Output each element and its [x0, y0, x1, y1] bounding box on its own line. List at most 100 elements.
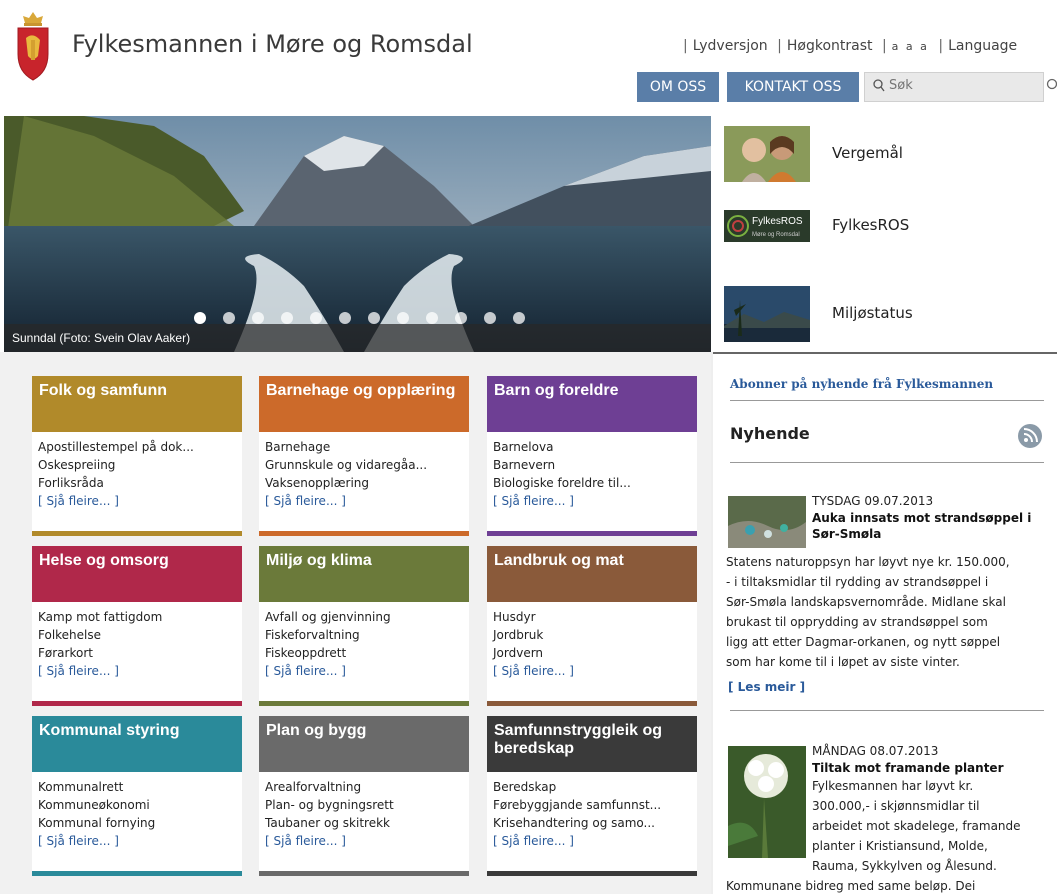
tile-link[interactable]: Fiskeforvaltning: [265, 626, 391, 644]
tile-links: Beredskap Førebyggjande samfunnst... Krise…: [493, 778, 661, 850]
tile-links: Avfall og gjenvinning Fiskeforvaltning Fis…: [265, 608, 391, 680]
see-more-link[interactable]: [ Sjå fleire... ]: [493, 832, 661, 850]
tile-link[interactable]: Barnevern: [493, 456, 631, 474]
column-divider: [711, 352, 713, 894]
tile-title[interactable]: Folk og samfunn: [32, 376, 242, 432]
search-input[interactable]: [887, 77, 1031, 94]
rss-icon[interactable]: [1018, 424, 1042, 448]
tile-link[interactable]: Taubaner og skitrekk: [265, 814, 394, 832]
article-headline[interactable]: Auka innsats mot strandsøppel i Sør-Smøl…: [812, 510, 1052, 542]
coat-of-arms-icon[interactable]: [14, 10, 52, 82]
high-contrast-link[interactable]: Høgkontrast: [787, 38, 873, 54]
tile-link[interactable]: Arealforvaltning: [265, 778, 394, 796]
see-more-link[interactable]: [ Sjå fleire... ]: [493, 662, 574, 680]
tile-link[interactable]: Barnehage: [265, 438, 427, 456]
tile-link[interactable]: Barnelova: [493, 438, 631, 456]
read-more-link[interactable]: [ Les meir ]: [728, 680, 805, 694]
tile-title[interactable]: Plan og bygg: [259, 716, 469, 772]
tile-title[interactable]: Barn og foreldre: [487, 376, 697, 432]
tile-link[interactable]: Plan- og bygningsrett: [265, 796, 394, 814]
tile-link[interactable]: Apostillestempel på dok...: [38, 438, 194, 456]
tile-footer-stripe: [487, 701, 697, 706]
search-icon: [873, 79, 885, 97]
tile-link[interactable]: Biologiske foreldre til...: [493, 474, 631, 492]
slide-dot[interactable]: [484, 312, 496, 324]
tile-link[interactable]: Kommunal fornying: [38, 814, 155, 832]
divider: [730, 400, 1044, 401]
tile-title[interactable]: Helse og omsorg: [32, 546, 242, 602]
tile-link[interactable]: Krisehandtering og samo...: [493, 814, 661, 832]
tile-links: Arealforvaltning Plan- og bygningsrett Tau…: [265, 778, 394, 850]
tile-title[interactable]: Kommunal styring: [32, 716, 242, 772]
subscribe-news-link[interactable]: Abonner på nyhende frå Fylkesmannen: [730, 377, 993, 391]
tile-link[interactable]: Jordbruk: [493, 626, 574, 644]
fylkesros-badge: FylkesROS Møre og Romsdal: [724, 210, 810, 242]
site-title[interactable]: Fylkesmannen i Møre og Romsdal: [72, 30, 473, 58]
text-size-links[interactable]: a a a: [892, 40, 929, 53]
nav-contact-us[interactable]: KONTAKT OSS: [727, 72, 859, 102]
tile-links: Kommunalrett Kommuneøkonomi Kommunal forny…: [38, 778, 155, 850]
tile-link[interactable]: Folkehelse: [38, 626, 162, 644]
search-submit-icon[interactable]: [1046, 78, 1057, 96]
tile-link[interactable]: Forliksråda: [38, 474, 194, 492]
nav-about-us[interactable]: OM OSS: [637, 72, 719, 102]
mountain-lake-photo: [724, 286, 810, 342]
tile-link[interactable]: Beredskap: [493, 778, 661, 796]
see-more-link[interactable]: [ Sjå fleire... ]: [38, 832, 155, 850]
slide-dot[interactable]: [426, 312, 438, 324]
tile-link[interactable]: Grunnskule og vidaregåa...: [265, 456, 427, 474]
audio-version-link[interactable]: Lydversjon: [693, 38, 768, 54]
tile-title[interactable]: Barnehage og opplæring: [259, 376, 469, 432]
slide-dot[interactable]: [513, 312, 525, 324]
tile-title[interactable]: Landbruk og mat: [487, 546, 697, 602]
see-more-link[interactable]: [ Sjå fleire... ]: [38, 662, 162, 680]
hero-caption: Sunndal (Foto: Svein Olav Aaker): [12, 331, 191, 345]
slide-dot[interactable]: [281, 312, 293, 324]
hero-slideshow[interactable]: Sunndal (Foto: Svein Olav Aaker): [4, 116, 711, 352]
quick-link-miljostatus[interactable]: Miljøstatus: [724, 286, 1057, 346]
quick-link-vergemal[interactable]: Vergemål: [724, 126, 1057, 186]
language-link[interactable]: Language: [948, 38, 1017, 54]
tile-footer-stripe: [259, 701, 469, 706]
topic-tile: Landbruk og mat Husdyr Jordbruk Jordvern[ S…: [487, 546, 697, 706]
tile-link[interactable]: Fiskeoppdrett: [265, 644, 391, 662]
tile-link[interactable]: Førebyggjande samfunnst...: [493, 796, 661, 814]
article-summary: Statens naturoppsyn har løyvt nye kr. 15…: [726, 555, 1010, 669]
tile-link[interactable]: Husdyr: [493, 608, 574, 626]
topic-tile: Samfunnstryggleik og beredskap Beredskap F…: [487, 716, 697, 876]
quick-link-label: Vergemål: [832, 144, 903, 162]
slide-dot[interactable]: [223, 312, 235, 324]
slide-dot[interactable]: [339, 312, 351, 324]
tile-link[interactable]: Kamp mot fattigdom: [38, 608, 162, 626]
tile-link[interactable]: Avfall og gjenvinning: [265, 608, 391, 626]
slide-dot[interactable]: [455, 312, 467, 324]
slide-dot[interactable]: [397, 312, 409, 324]
tile-link[interactable]: Oskespreiing: [38, 456, 194, 474]
tile-link[interactable]: Jordvern: [493, 644, 574, 662]
see-more-link[interactable]: [ Sjå fleire... ]: [38, 492, 194, 510]
tile-title[interactable]: Miljø og klima: [259, 546, 469, 602]
beach-litter-photo: [728, 496, 806, 548]
tile-footer-stripe: [487, 531, 697, 536]
tile-footer-stripe: [487, 871, 697, 876]
slide-dot[interactable]: [252, 312, 264, 324]
slide-dot[interactable]: [310, 312, 322, 324]
tile-links: Kamp mot fattigdom Folkehelse Førarkort[ S…: [38, 608, 162, 680]
tile-link[interactable]: Vaksenopplæring: [265, 474, 427, 492]
slide-dot[interactable]: [368, 312, 380, 324]
article-date: TYSDAG 09.07.2013: [812, 494, 934, 508]
topic-tile: Helse og omsorg Kamp mot fattigdom Folkehe…: [32, 546, 242, 706]
news-heading: Nyhende: [730, 424, 810, 443]
tile-link[interactable]: Førarkort: [38, 644, 162, 662]
tile-link[interactable]: Kommuneøkonomi: [38, 796, 155, 814]
see-more-link[interactable]: [ Sjå fleire... ]: [265, 832, 394, 850]
see-more-link[interactable]: [ Sjå fleire... ]: [265, 492, 427, 510]
see-more-link[interactable]: [ Sjå fleire... ]: [493, 492, 631, 510]
quick-link-fylkesros[interactable]: FylkesROS Møre og Romsdal FylkesROS: [724, 206, 1057, 266]
article-headline[interactable]: Tiltak mot framande planter: [812, 760, 1052, 776]
tile-link[interactable]: Kommunalrett: [38, 778, 155, 796]
slide-dot[interactable]: [194, 312, 206, 324]
hero-image: [4, 116, 711, 352]
tile-title[interactable]: Samfunnstryggleik og beredskap: [487, 716, 697, 772]
see-more-link[interactable]: [ Sjå fleire... ]: [265, 662, 391, 680]
